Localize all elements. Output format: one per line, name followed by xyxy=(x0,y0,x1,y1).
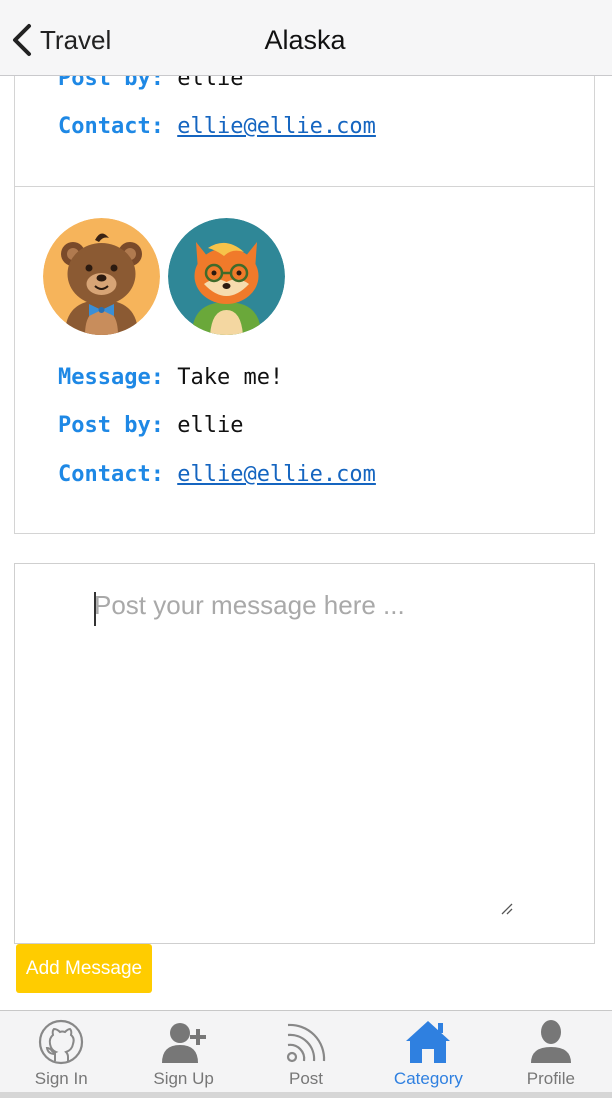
tab-category[interactable]: Category xyxy=(367,1011,489,1098)
message-value: Take me! xyxy=(177,365,284,390)
contact-label: Contact: xyxy=(58,462,164,487)
person-icon xyxy=(525,1017,577,1067)
post-by-value: ellie xyxy=(177,413,244,438)
home-icon xyxy=(402,1017,454,1067)
navbar: Travel Alaska xyxy=(0,0,612,76)
tab-sign-in[interactable]: Sign In xyxy=(0,1011,122,1098)
post-list: Post by: ellie Contact: ellie@ellie.com xyxy=(0,0,612,1010)
tab-label: Sign Up xyxy=(153,1069,214,1088)
tab-label: Post xyxy=(289,1069,324,1088)
contact-email-link[interactable]: ellie@ellie.com xyxy=(177,462,376,487)
contact-label: Contact: xyxy=(58,114,164,139)
text-caret xyxy=(94,592,96,626)
message-row: Message: Take me! xyxy=(58,365,283,390)
post-card: Message: Take me! Post by: ellie Contact… xyxy=(14,186,595,534)
contact-row: Contact: ellie@ellie.com xyxy=(58,462,376,487)
add-user-icon xyxy=(158,1017,210,1067)
avatar-group xyxy=(43,218,285,335)
github-icon xyxy=(35,1017,87,1067)
resize-grip-icon[interactable] xyxy=(500,902,514,916)
tab-label: Sign In xyxy=(34,1069,88,1088)
rss-icon xyxy=(280,1017,332,1067)
bear-avatar xyxy=(43,218,160,335)
bottom-edge xyxy=(0,1092,612,1098)
message-label: Message: xyxy=(58,365,164,390)
screen: Post by: ellie Contact: ellie@ellie.com xyxy=(0,0,612,1098)
tab-bar: Sign In Sign Up Post Category Profile xyxy=(0,1010,612,1098)
post-by-row: Post by: ellie xyxy=(58,413,243,438)
tab-sign-up[interactable]: Sign Up xyxy=(122,1011,244,1098)
fox-avatar xyxy=(168,218,285,335)
contact-row: Contact: ellie@ellie.com xyxy=(58,114,376,139)
add-message-button[interactable]: Add Message xyxy=(16,944,152,993)
tab-post[interactable]: Post xyxy=(245,1011,367,1098)
contact-email-link[interactable]: ellie@ellie.com xyxy=(177,114,376,139)
page-title: Alaska xyxy=(264,25,346,55)
message-textarea[interactable] xyxy=(15,564,594,943)
tab-label: Profile xyxy=(526,1069,575,1088)
tab-profile[interactable]: Profile xyxy=(490,1011,612,1098)
tab-label: Category xyxy=(393,1069,463,1088)
message-textarea-container xyxy=(14,563,595,944)
post-by-label: Post by: xyxy=(58,413,164,438)
